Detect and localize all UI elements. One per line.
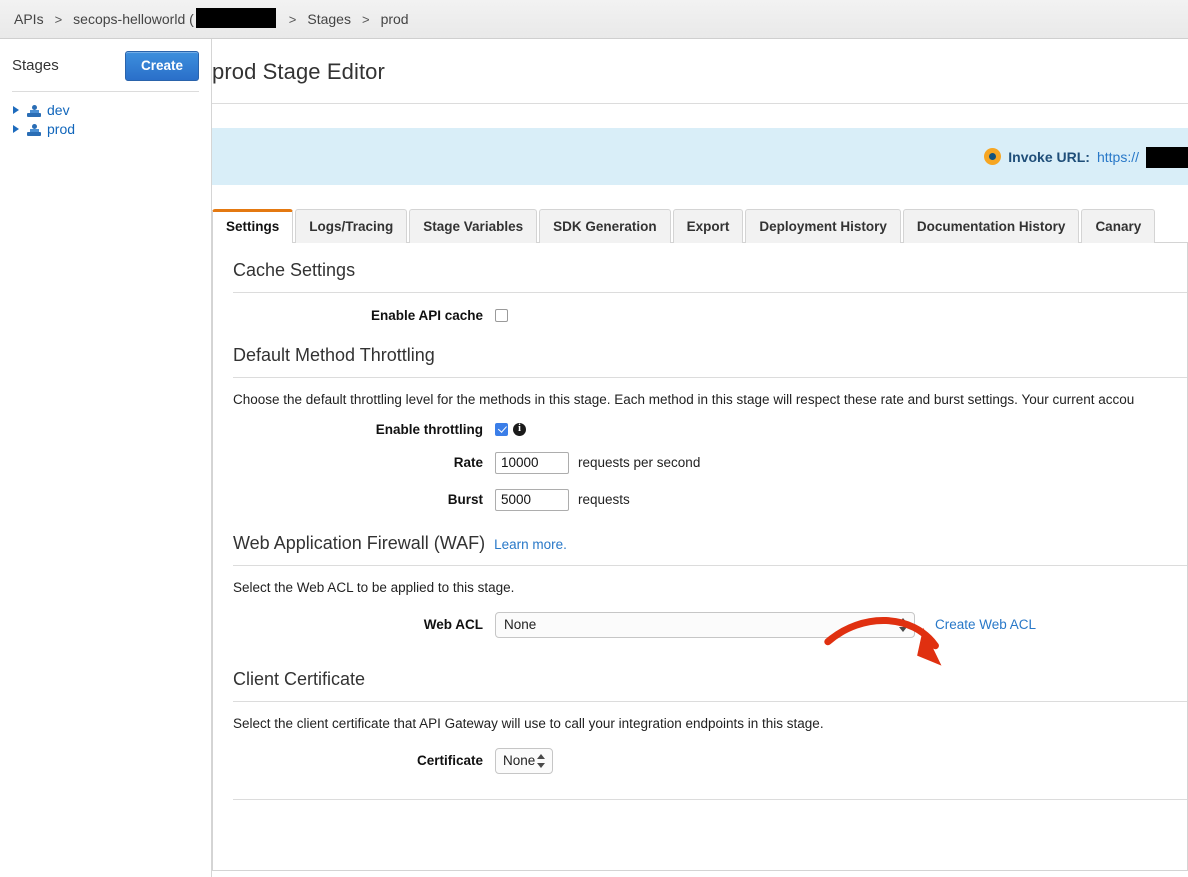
breadcrumb-item-stages[interactable]: Stages (307, 11, 351, 27)
waf-title: Web Application Firewall (WAF) (233, 532, 486, 553)
sidebar-item-label-prod: prod (47, 121, 76, 137)
invoke-url-value[interactable]: https:// (1097, 149, 1139, 165)
info-bullet-icon (984, 148, 1002, 165)
waf-learn-more-link[interactable]: Learn more. (494, 537, 567, 552)
enable-throttling-checkbox[interactable] (495, 422, 508, 436)
client-certificate-title: Client Certificate (233, 668, 366, 689)
chevron-right-icon[interactable] (12, 124, 21, 134)
sidebar-header: Stages Create (0, 39, 211, 91)
tab-sdk-generation[interactable]: SDK Generation (539, 209, 671, 243)
rate-unit: requests per second (578, 455, 701, 471)
tab-documentation-history[interactable]: Documentation History (902, 209, 1080, 243)
certificate-label: Certificate (416, 753, 483, 769)
certificate-select[interactable]: None (495, 747, 553, 774)
breadcrumb-separator-3: > (361, 11, 370, 27)
info-icon[interactable]: i (513, 422, 526, 436)
waf-heading: Web Application Firewall (WAF) Learn mor… (233, 511, 1187, 554)
throttling-heading: Default Method Throttling (233, 323, 1187, 366)
tab-deployment-history[interactable]: Deployment History (745, 209, 901, 243)
stages-tree: dev prod (0, 101, 211, 139)
stages-sidebar: Stages Create dev prod (0, 39, 212, 877)
stepper-arrows-icon[interactable] (537, 753, 545, 769)
stepper-arrows-icon[interactable] (899, 617, 907, 633)
enable-api-cache-label: Enable API cache (370, 307, 483, 323)
burst-input[interactable] (495, 488, 569, 511)
tab-logs-tracing[interactable]: Logs/Tracing (295, 209, 408, 243)
certificate-row: Certificate None (233, 731, 1187, 774)
burst-unit: requests (578, 492, 630, 508)
cache-settings-title: Cache Settings (233, 259, 356, 280)
section-divider-bottom (233, 798, 1187, 800)
breadcrumb-separator: > (54, 11, 63, 27)
throttling-description: Choose the default throttling level for … (233, 391, 1135, 407)
burst-label: Burst (447, 492, 483, 508)
breadcrumb-item-prod: prod (380, 11, 409, 27)
web-acl-selected-value: None (504, 617, 537, 633)
client-certificate-description: Select the client certificate that API G… (233, 715, 824, 731)
main-content: prod Stage Editor Invoke URL: https:// S… (212, 39, 1188, 877)
page-title: prod Stage Editor (212, 59, 385, 84)
breadcrumb-separator-2: > (288, 11, 297, 27)
tab-canary[interactable]: Canary (1081, 209, 1156, 243)
rate-input[interactable] (495, 451, 569, 474)
sidebar-divider (12, 90, 199, 92)
breadcrumb-item-apis[interactable]: APIs (14, 11, 44, 27)
enable-api-cache-row: Enable API cache (233, 293, 1187, 323)
client-certificate-heading: Client Certificate (233, 638, 1187, 690)
enable-throttling-label: Enable throttling (375, 421, 483, 437)
sidebar-item-prod[interactable]: prod (12, 120, 211, 139)
create-stage-button[interactable]: Create (124, 51, 199, 81)
redacted-invoke-host (1146, 147, 1188, 168)
invoke-url-bar: Invoke URL: https:// (212, 128, 1188, 185)
tab-stage-variables[interactable]: Stage Variables (409, 209, 538, 243)
sidebar-item-dev[interactable]: dev (12, 101, 211, 120)
web-acl-label: Web ACL (423, 617, 483, 633)
tab-settings[interactable]: Settings (212, 209, 294, 243)
rate-label: Rate (453, 455, 483, 471)
cache-settings-heading: Cache Settings (233, 243, 1187, 281)
sidebar-title: Stages (12, 57, 59, 75)
throttling-title: Default Method Throttling (233, 344, 435, 365)
tab-export[interactable]: Export (672, 209, 744, 243)
redacted-api-id (195, 8, 276, 28)
page-layout: Stages Create dev prod prod Stage Editor… (0, 39, 1188, 877)
waf-description: Select the Web ACL to be applied to this… (233, 579, 515, 595)
web-acl-select[interactable]: None (495, 611, 915, 638)
enable-throttling-row: Enable throttling i (233, 407, 1187, 437)
burst-row: Burst requests (233, 474, 1187, 511)
chevron-right-icon[interactable] (12, 105, 21, 115)
create-web-acl-link[interactable]: Create Web ACL (935, 617, 1036, 632)
breadcrumb: APIs > secops-helloworld ( > Stages > pr… (0, 0, 1188, 39)
invoke-url-inner: Invoke URL: https:// (984, 146, 1188, 168)
invoke-url-label: Invoke URL: (1008, 148, 1090, 165)
certificate-selected-value: None (503, 753, 536, 769)
breadcrumb-item-api-name[interactable]: secops-helloworld ( (73, 11, 194, 27)
web-acl-row: Web ACL None Create Web ACL (233, 595, 1187, 638)
rate-row: Rate requests per second (233, 437, 1187, 474)
stage-icon (27, 104, 41, 117)
title-divider (212, 103, 1188, 104)
settings-panel: Cache Settings Enable API cache Default … (212, 241, 1188, 871)
stage-tabs: Settings Logs/Tracing Stage Variables SD… (212, 208, 1188, 243)
stage-icon (27, 123, 41, 136)
sidebar-item-label-dev: dev (47, 102, 70, 118)
enable-api-cache-checkbox[interactable] (495, 308, 508, 322)
